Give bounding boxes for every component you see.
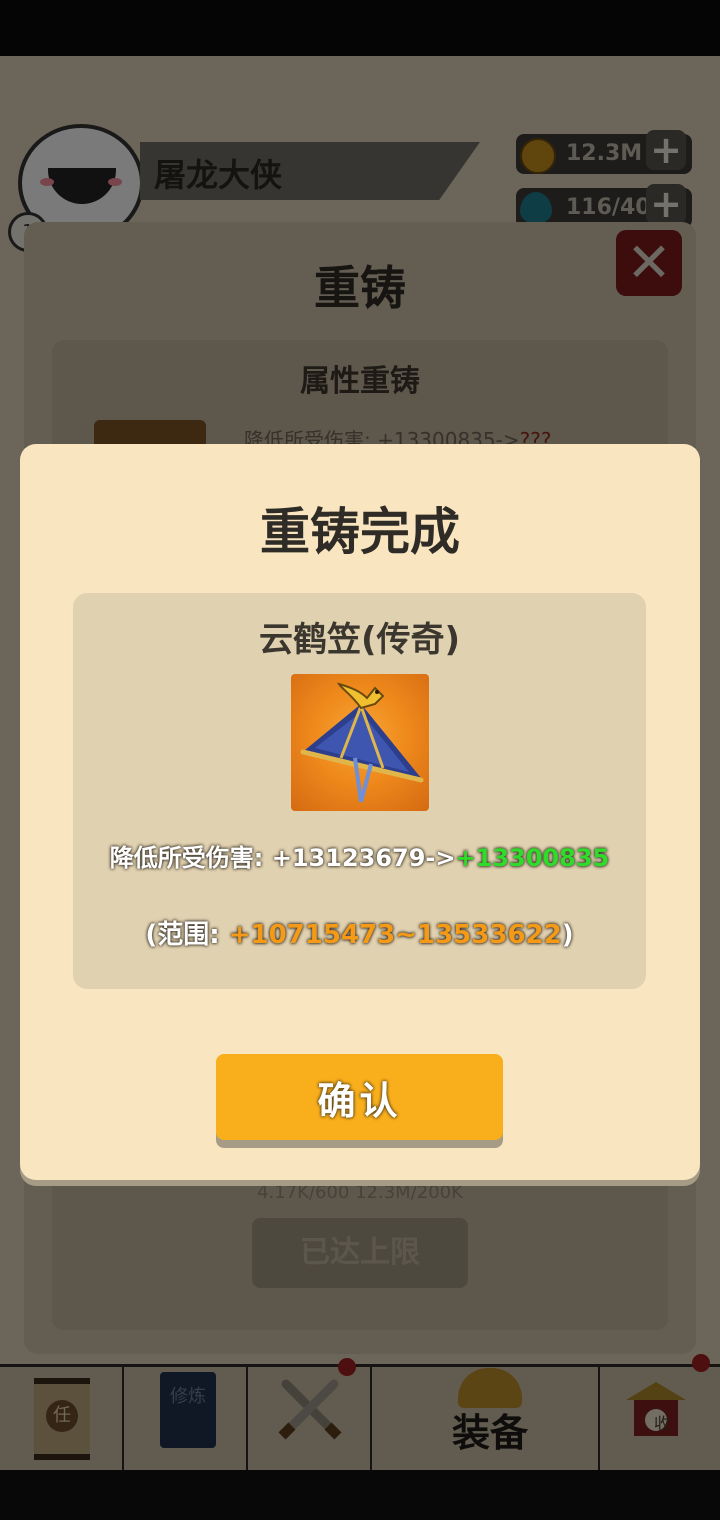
- system-nav-bar: [0, 1470, 720, 1520]
- stat-range: (范围: +10715473~13533622): [73, 914, 646, 951]
- dialog-title: 重铸完成: [260, 503, 460, 561]
- range-open: (范围:: [145, 920, 229, 950]
- stat-old-value: 降低所受伤害: +13123679->: [109, 844, 456, 872]
- range-values: +10715473~13533622: [228, 920, 562, 950]
- range-close: ): [561, 920, 574, 950]
- status-bar: [0, 0, 720, 56]
- item-name: 云鹤笠(传奇): [258, 620, 461, 660]
- confirm-button[interactable]: 确认: [216, 1054, 503, 1140]
- stat-change: 降低所受伤害: +13123679->+13300835: [73, 838, 646, 873]
- straw-hat-with-crane-icon: [291, 674, 429, 811]
- stat-new-value: +13300835: [455, 844, 610, 872]
